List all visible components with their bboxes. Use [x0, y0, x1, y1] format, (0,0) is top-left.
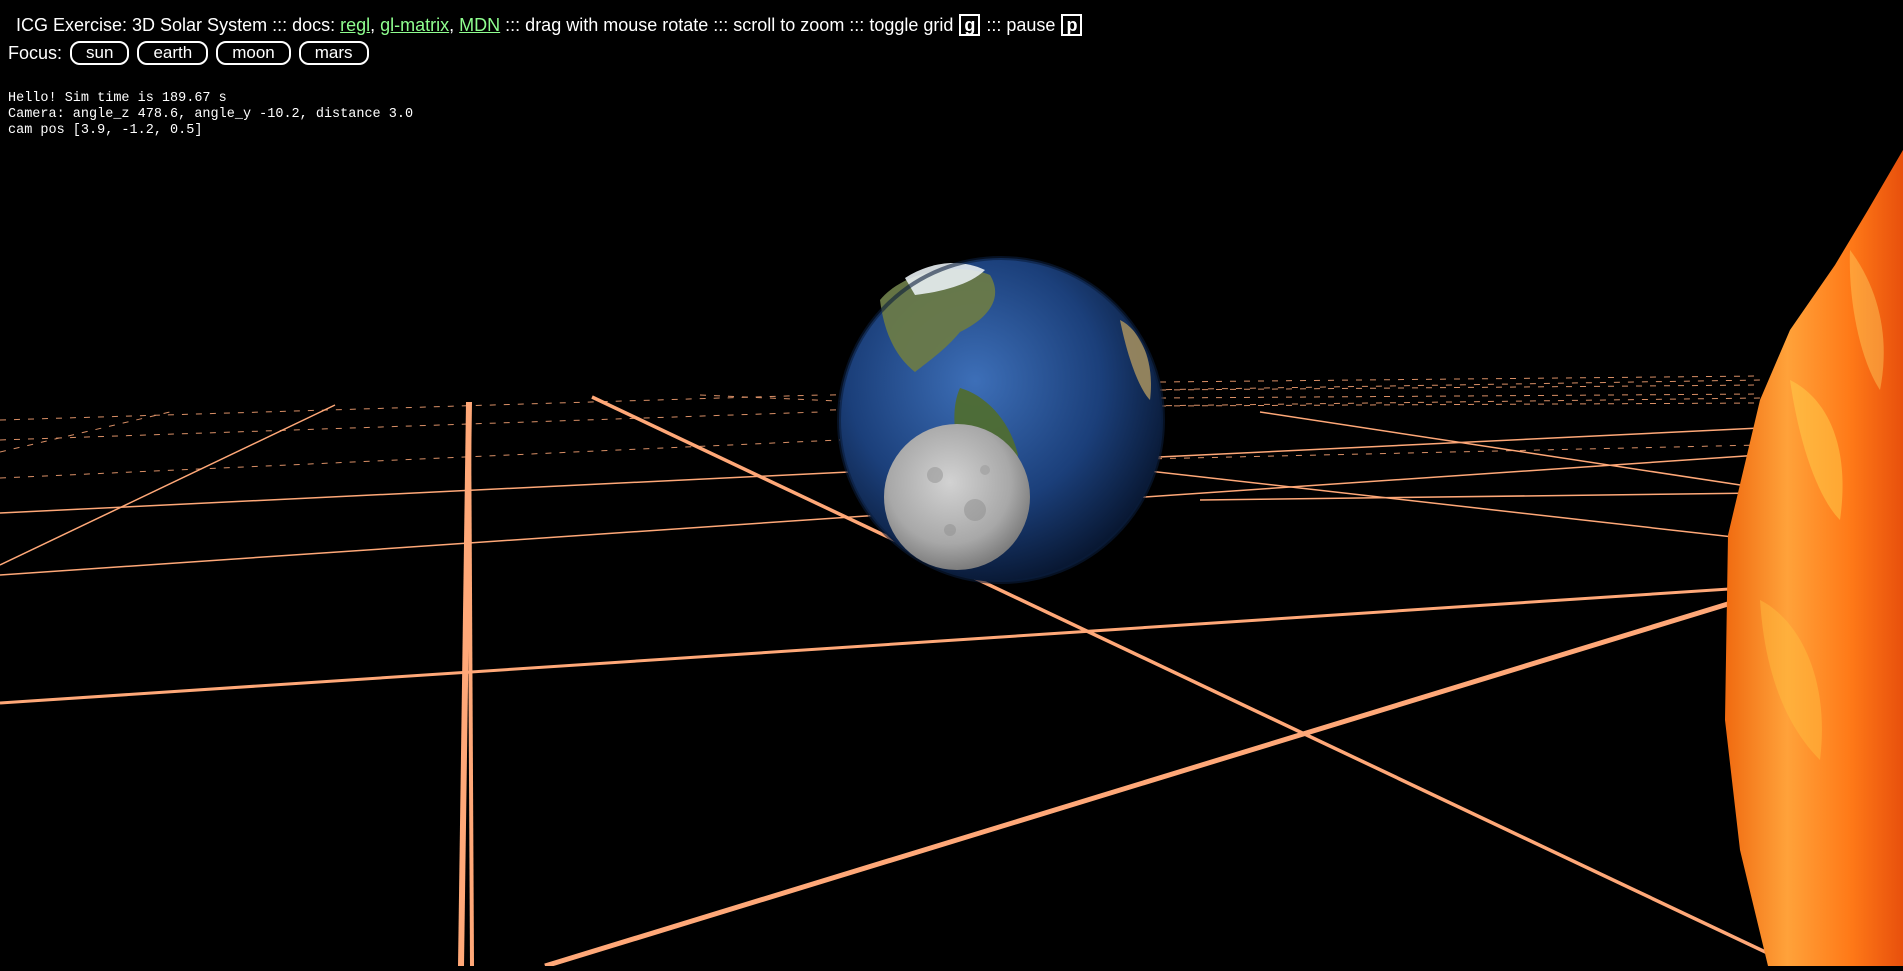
page-title: ICG Exercise: 3D Solar System	[16, 15, 268, 35]
pause-help-text: ::: pause	[981, 15, 1061, 35]
sun-body	[1725, 150, 1903, 966]
camera-position-text: cam pos [3.9, -1.2, 0.5]	[8, 123, 203, 138]
pause-key: p	[1061, 14, 1083, 36]
webgl-canvas[interactable]	[0, 0, 1903, 969]
instructions-header: ICG Exercise: 3D Solar System ::: docs: …	[16, 14, 1083, 36]
sim-time-text: Hello! Sim time is 189.67 s	[8, 91, 227, 106]
focus-earth-button[interactable]: earth	[137, 41, 209, 65]
mdn-docs-link[interactable]: MDN	[459, 15, 500, 35]
separator-text: ,	[370, 15, 381, 35]
grid-toggle-key: g	[959, 14, 981, 36]
focus-sun-button[interactable]: sun	[70, 41, 130, 65]
separator-text: ,	[449, 15, 460, 35]
separator-text: ::: docs:	[267, 15, 341, 35]
debug-overlay: Hello! Sim time is 189.67 s Camera: angle…	[8, 91, 413, 139]
controls-help-text: ::: drag with mouse rotate ::: scroll to…	[500, 15, 959, 35]
regl-docs-link[interactable]: regl	[340, 15, 370, 35]
focus-mars-button[interactable]: mars	[298, 41, 369, 65]
glmatrix-docs-link[interactable]: gl-matrix	[380, 15, 449, 35]
focus-moon-button[interactable]: moon	[216, 41, 291, 65]
focus-bar: Focus: sun earth moon mars	[8, 41, 369, 65]
moon-body	[884, 424, 1030, 570]
focus-label: Focus:	[8, 43, 63, 63]
scene-render	[0, 150, 1903, 969]
camera-info-text: Camera: angle_z 478.6, angle_y -10.2, di…	[8, 107, 414, 122]
